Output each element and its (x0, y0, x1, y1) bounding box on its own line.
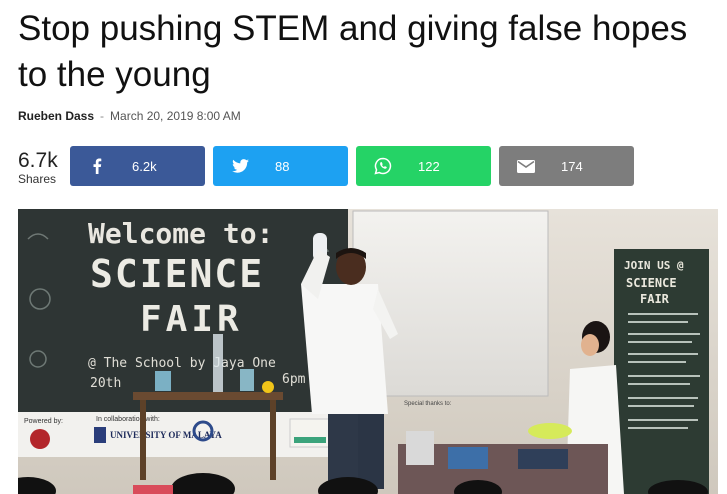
twitter-icon (213, 159, 267, 173)
share-label: Shares (18, 172, 57, 186)
board-welcome-text: Welcome to: (88, 217, 273, 250)
whatsapp-count: 122 (418, 158, 440, 174)
powered-by-text: Powered by: (24, 418, 63, 425)
article-title: Stop pushing STEM and giving false hopes… (18, 9, 688, 94)
special-thanks-text: Special thanks to: (404, 401, 452, 407)
collab-text: In collaboration with: (96, 416, 160, 423)
byline-separator: - (100, 109, 105, 123)
twitter-count: 88 (275, 158, 290, 174)
poster-join-text: JOIN US @ (624, 259, 684, 272)
email-count: 174 (561, 158, 583, 174)
poster-science-text: SCIENCE (626, 276, 677, 290)
facebook-icon (70, 158, 124, 174)
share-total: 6.7k (18, 149, 58, 172)
whatsapp-icon (356, 157, 410, 175)
share-count: 6.7k Shares (18, 149, 64, 187)
board-time-text: 6pm (282, 372, 306, 387)
email-share-button[interactable]: 174 (499, 146, 634, 186)
board-venue-text: @ The School by Jaya One (88, 356, 276, 371)
article-hero-image: Welcome to: SCIENCE FAIR @ The School by… (18, 209, 718, 494)
board-date-text: 20th (90, 376, 121, 391)
board-fair-text: FAIR (140, 299, 243, 340)
mail-icon (499, 159, 553, 173)
board-science-text: SCIENCE (90, 252, 264, 296)
facebook-share-button[interactable]: 6.2k (70, 146, 205, 186)
whatsapp-share-button[interactable]: 122 (356, 146, 491, 186)
facebook-count: 6.2k (132, 158, 157, 174)
byline: Rueben Dass - March 20, 2019 8:00 AM (18, 108, 241, 124)
twitter-share-button[interactable]: 88 (213, 146, 348, 186)
author-link[interactable]: Rueben Dass (18, 109, 94, 123)
poster-fair-text: FAIR (640, 292, 670, 306)
publish-date: March 20, 2019 8:00 AM (110, 109, 241, 123)
